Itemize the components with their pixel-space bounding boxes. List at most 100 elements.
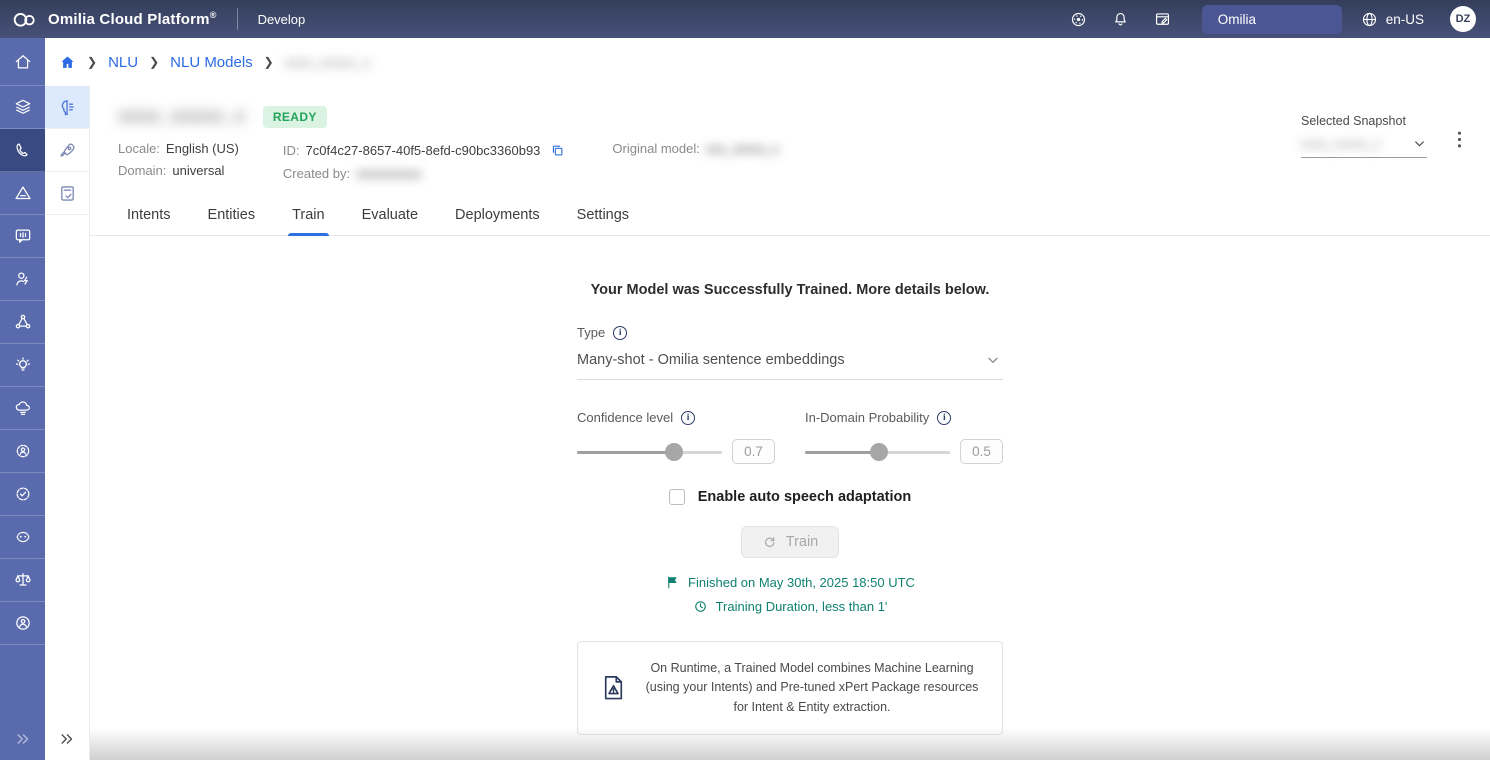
confidence-slider[interactable]: [577, 443, 722, 461]
secondary-sidebar-expand[interactable]: [45, 718, 89, 760]
sidebar-item-compliance[interactable]: [0, 559, 45, 602]
brand[interactable]: Omilia Cloud Platform®: [10, 9, 217, 29]
confidence-info-icon[interactable]: [681, 411, 695, 425]
confidence-label: Confidence level: [577, 410, 673, 425]
type-label: Type: [577, 325, 605, 340]
language-selector[interactable]: en-US: [1360, 10, 1424, 29]
graph-nodes-icon: [13, 312, 33, 332]
in-domain-info-icon[interactable]: [937, 411, 951, 425]
release-notes-icon[interactable]: [1153, 9, 1173, 29]
brain-icon: [57, 97, 78, 118]
sidebar-item-home[interactable]: [0, 38, 45, 86]
retrain-refresh-icon: [762, 535, 777, 550]
snapshot-label: Selected Snapshot: [1301, 114, 1427, 128]
sidebar-item-support[interactable]: [0, 602, 45, 645]
primary-sidebar-expand[interactable]: [0, 718, 45, 760]
sidebar-item-quality[interactable]: [0, 473, 45, 516]
notifications-bell-icon[interactable]: [1111, 9, 1131, 29]
hub-icon[interactable]: [1069, 9, 1089, 29]
badge-check-icon: [13, 484, 33, 504]
nav-section-develop[interactable]: Develop: [258, 12, 306, 27]
breadcrumb-home-icon[interactable]: [59, 54, 76, 71]
document-warning-icon: [600, 673, 627, 703]
tab-evaluate[interactable]: Evaluate: [360, 201, 420, 235]
duration-text: Training Duration, less than 1': [716, 599, 888, 614]
train-success-message: Your Model was Successfully Trained. Mor…: [577, 282, 1003, 298]
created-by-value: xxxxxxxxxx: [356, 166, 421, 181]
chevron-down-icon: [1412, 136, 1427, 151]
speech-adaptation-label: Enable auto speech adaptation: [698, 489, 912, 505]
breadcrumb-bar: ❯ NLU ❯ NLU Models ❯ xxxx_xxxxx_x: [45, 38, 1490, 86]
sidebar-item-user-management[interactable]: [0, 430, 45, 473]
agent-bolt-icon: [13, 269, 33, 289]
model-tabs: Intents Entities Train Evaluate Deployme…: [90, 201, 1490, 236]
copy-id-icon[interactable]: [550, 141, 568, 159]
train-button-label: Train: [786, 534, 819, 550]
id-label: ID:: [283, 143, 300, 158]
snapshot-select[interactable]: xxxx_xxxxx_x: [1301, 128, 1427, 158]
model-header: xxxx_xxxxx_x READY Locale:English (US) D…: [90, 86, 1490, 181]
snapshot-value: xxxx_xxxxx_x: [1301, 136, 1380, 151]
domain-value: universal: [172, 163, 224, 178]
confidence-field: Confidence level 0.7: [577, 410, 775, 464]
secondary-sidebar: [45, 86, 90, 760]
user-avatar[interactable]: DZ: [1450, 6, 1476, 32]
sidebar-item-insights[interactable]: [0, 344, 45, 387]
tab-entities[interactable]: Entities: [206, 201, 258, 235]
type-select[interactable]: Many-shot - Omilia sentence embeddings: [577, 340, 1003, 380]
sidebar-item-deployments-quick[interactable]: [45, 129, 89, 172]
in-domain-label: In-Domain Probability: [805, 410, 929, 425]
in-domain-value-box[interactable]: 0.5: [960, 439, 1003, 464]
sidebar-item-nlu[interactable]: [45, 86, 89, 129]
breadcrumb: ❯ NLU ❯ NLU Models ❯ xxxx_xxxxx_x: [59, 54, 370, 71]
sidebar-item-applications[interactable]: [0, 86, 45, 129]
slider-thumb: [665, 443, 683, 461]
original-model-label: Original model:: [612, 141, 699, 156]
sidebar-item-personas[interactable]: [0, 516, 45, 559]
registered-mark: ®: [210, 10, 217, 20]
locale-value: English (US): [166, 141, 239, 156]
flag-icon: [665, 575, 680, 590]
cloud-speech-icon: [13, 398, 33, 418]
triangle-delta-icon: [13, 183, 33, 203]
home-icon: [13, 52, 33, 72]
rocket-icon: [57, 140, 78, 161]
confidence-value-box[interactable]: 0.7: [732, 439, 775, 464]
breadcrumb-link-nlu[interactable]: NLU: [108, 54, 138, 71]
chevron-down-icon: [985, 352, 1001, 368]
topbar: Omilia Cloud Platform® Develop Omilia: [0, 0, 1490, 38]
model-title: xxxx_xxxxx_x: [118, 106, 245, 128]
clock-icon: [693, 599, 708, 614]
original-model-value: xxx_xxxxx_x: [706, 141, 779, 156]
tab-intents[interactable]: Intents: [125, 201, 173, 235]
sidebar-item-miniapps[interactable]: [0, 129, 45, 172]
sidebar-item-asr[interactable]: [0, 387, 45, 430]
tab-deployments[interactable]: Deployments: [453, 201, 542, 235]
train-panel: Your Model was Successfully Trained. Mor…: [577, 282, 1003, 735]
sidebar-item-agent-assist[interactable]: [0, 258, 45, 301]
tab-train[interactable]: Train: [290, 201, 327, 235]
person-circle-icon: [13, 613, 33, 633]
snapshot-selector: Selected Snapshot xxxx_xxxxx_x: [1301, 114, 1427, 158]
breadcrumb-link-nlu-models[interactable]: NLU Models: [170, 54, 253, 71]
slider-fill: [577, 451, 674, 455]
cloud-logo-icon: [10, 9, 38, 29]
tenant-selector[interactable]: Omilia: [1202, 5, 1342, 34]
sidebar-item-conversations[interactable]: [0, 215, 45, 258]
layers-icon: [13, 97, 33, 117]
language-label: en-US: [1386, 12, 1424, 27]
brand-title: Omilia Cloud Platform®: [48, 10, 217, 28]
user-gear-icon: [13, 441, 33, 461]
speech-adaptation-checkbox[interactable]: [669, 489, 685, 505]
type-info-icon[interactable]: [613, 326, 627, 340]
in-domain-field: In-Domain Probability 0.5: [805, 410, 1003, 464]
main-content: xxxx_xxxxx_x READY Locale:English (US) D…: [90, 86, 1490, 760]
more-options-kebab-icon[interactable]: [1455, 128, 1464, 151]
in-domain-slider[interactable]: [805, 443, 950, 461]
sidebar-item-annotations[interactable]: [45, 172, 89, 215]
tab-settings[interactable]: Settings: [575, 201, 631, 235]
domain-label: Domain:: [118, 163, 166, 178]
sidebar-item-orchestrator[interactable]: [0, 301, 45, 344]
train-button[interactable]: Train: [741, 526, 840, 558]
sidebar-item-analytics[interactable]: [0, 172, 45, 215]
